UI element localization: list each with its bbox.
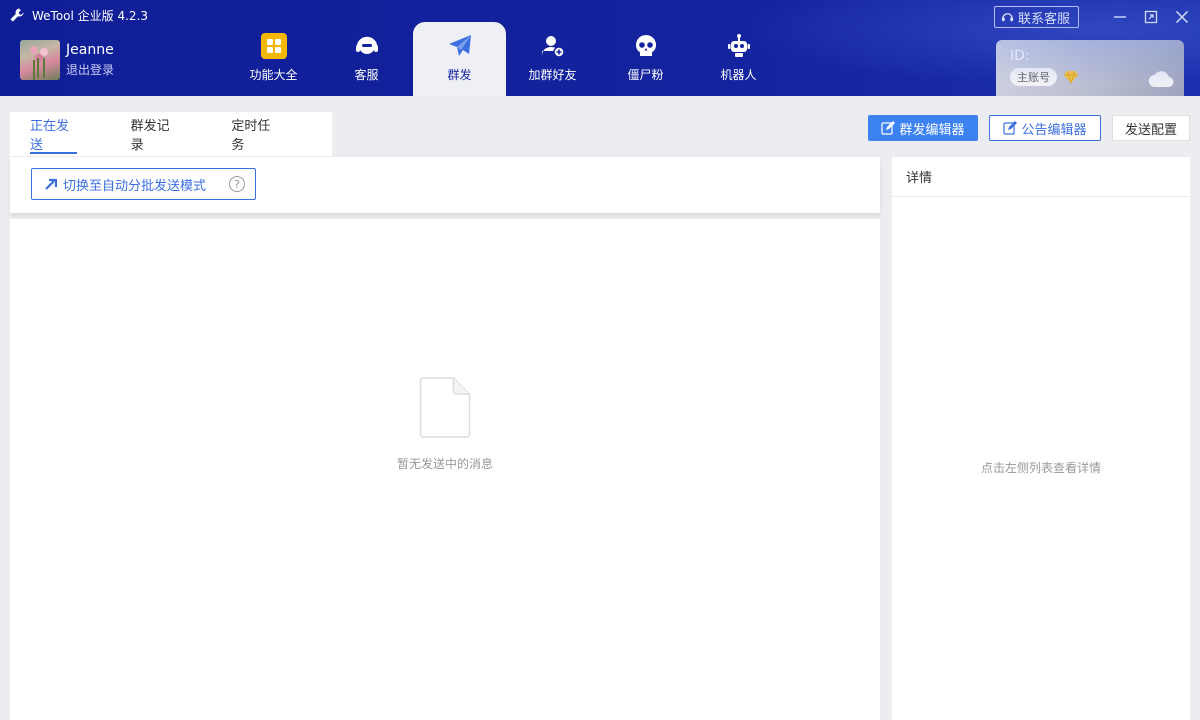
cloud-icon: [1148, 70, 1174, 92]
arrow-up-right-icon: [44, 178, 57, 191]
help-icon[interactable]: ?: [229, 176, 245, 192]
nav-add-friends[interactable]: 加群好友: [506, 22, 599, 96]
user-name: Jeanne: [66, 42, 114, 58]
avatar[interactable]: [20, 40, 60, 80]
main-account-badge: 主账号: [1010, 68, 1057, 86]
empty-document-icon: [418, 377, 472, 443]
details-title: 详情: [892, 157, 1190, 197]
account-id-label: ID:: [1010, 48, 1030, 64]
send-config-button[interactable]: 发送配置: [1112, 115, 1190, 141]
edit-icon: [1003, 121, 1018, 135]
tab-history[interactable]: 群发记录: [131, 112, 178, 156]
tab-scheduled[interactable]: 定时任务: [231, 112, 278, 156]
nav-label: 僵尸粉: [627, 68, 664, 82]
empty-state: 暂无发送中的消息: [10, 377, 880, 472]
nav-broadcast[interactable]: 群发: [413, 22, 506, 96]
account-card[interactable]: ID: 主账号: [996, 40, 1184, 96]
left-toolbar: 切换至自动分批发送模式 ?: [10, 157, 880, 213]
user-profile: Jeanne 退出登录: [20, 40, 114, 80]
headset-icon: [1001, 11, 1014, 24]
notice-editor-button[interactable]: 公告编辑器: [989, 115, 1101, 141]
robot-icon: [725, 32, 753, 60]
switch-batch-mode-button[interactable]: 切换至自动分批发送模式 ?: [31, 168, 256, 200]
tab-sending[interactable]: 正在发送: [30, 112, 77, 156]
wrench-icon: [8, 6, 26, 24]
maximize-button[interactable]: [1143, 9, 1159, 25]
skull-icon: [632, 32, 660, 60]
window-controls: 联系客服: [993, 6, 1190, 28]
grid-icon: [260, 32, 288, 60]
title-bar: WeTool 企业版 4.2.3: [8, 6, 148, 24]
nav-label: 加群好友: [528, 68, 577, 82]
details-hint: 点击左侧列表查看详情: [980, 461, 1101, 475]
switch-mode-label: 切换至自动分批发送模式: [63, 178, 207, 194]
contact-support-button[interactable]: 联系客服: [993, 6, 1079, 28]
broadcast-editor-button[interactable]: 群发编辑器: [868, 115, 978, 141]
add-friend-icon: [539, 32, 567, 60]
sending-list: 暂无发送中的消息: [10, 219, 880, 720]
headset-icon: [353, 32, 381, 60]
broadcast-editor-label: 群发编辑器: [899, 122, 965, 138]
nav-robot[interactable]: 机器人: [692, 22, 785, 96]
nav-label: 机器人: [720, 68, 757, 82]
logout-link[interactable]: 退出登录: [66, 61, 114, 79]
nav-label: 客服: [354, 68, 379, 82]
app-header: WeTool 企业版 4.2.3 Jeanne 退出登录 功能大全 客服 群发: [0, 0, 1200, 96]
nav-zombie-fans[interactable]: 僵尸粉: [599, 22, 692, 96]
main-nav: 功能大全 客服 群发 加群好友 僵尸粉 机器人: [227, 22, 785, 96]
diamond-icon: [1063, 70, 1079, 84]
nav-label: 功能大全: [249, 68, 298, 82]
contact-label: 联系客服: [1017, 11, 1070, 27]
empty-message: 暂无发送中的消息: [396, 457, 493, 471]
notice-editor-label: 公告编辑器: [1021, 122, 1087, 138]
minimize-button[interactable]: [1112, 9, 1128, 25]
nav-label: 群发: [447, 68, 472, 82]
sub-tabs: 正在发送 群发记录 定时任务: [10, 112, 332, 156]
details-panel: 详情 点击左侧列表查看详情: [892, 157, 1190, 720]
app-title: WeTool 企业版 4.2.3: [32, 8, 149, 23]
nav-features[interactable]: 功能大全: [227, 22, 320, 96]
close-button[interactable]: [1174, 9, 1190, 25]
send-icon: [446, 32, 474, 60]
nav-service[interactable]: 客服: [320, 22, 413, 96]
edit-icon: [881, 121, 896, 135]
